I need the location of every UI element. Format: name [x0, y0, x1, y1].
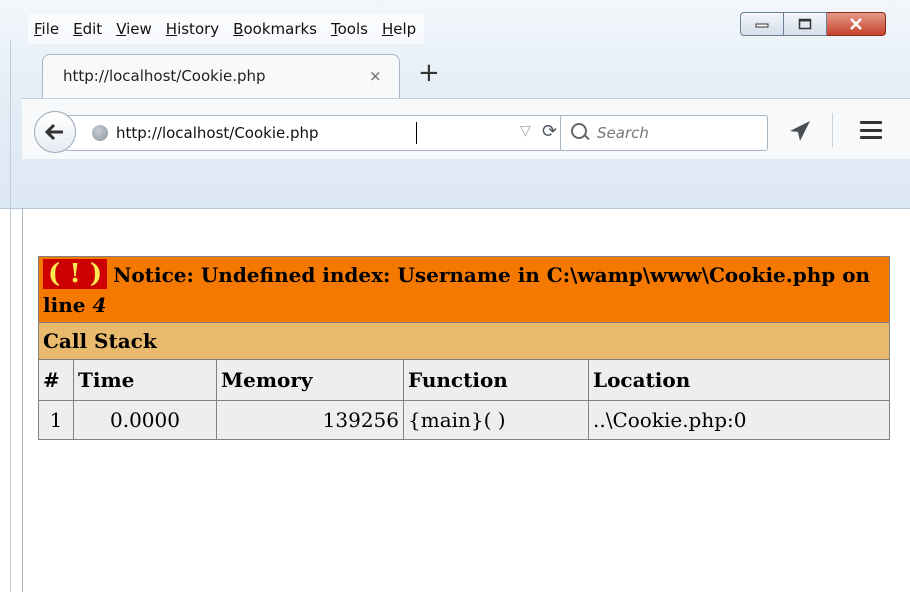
bookmarks-toolbar: [22, 158, 910, 208]
menu-file[interactable]: File: [28, 14, 67, 44]
search-bar[interactable]: Search: [560, 115, 768, 151]
tab-close-icon[interactable]: ×: [369, 67, 382, 85]
minimize-icon: [755, 23, 769, 28]
search-icon: [571, 123, 587, 139]
tab-title: http://localhost/Cookie.php: [63, 67, 266, 85]
toolbar-divider: [832, 113, 833, 147]
col-header-location: Location: [588, 359, 890, 401]
search-input[interactable]: Search: [597, 124, 649, 142]
menu-bar: File Edit View History Bookmarks Tools H…: [28, 14, 425, 44]
url-bar[interactable]: http://localhost/Cookie.php ▽ ⟳: [66, 115, 567, 151]
menu-help[interactable]: Help: [376, 14, 424, 44]
url-dropdown-icon[interactable]: ▽: [520, 123, 531, 139]
text-cursor: [416, 122, 417, 144]
window-controls: [740, 12, 886, 36]
table-row: 1 0.0000 139256 {main}( ) ..\Cookie.php:…: [38, 400, 890, 440]
maximize-button[interactable]: [784, 12, 827, 36]
browser-window: File Edit View History Bookmarks Tools H…: [0, 0, 910, 592]
callstack-header-row: Call Stack: [38, 322, 890, 360]
close-window-button[interactable]: [827, 12, 886, 36]
error-line-number: 4: [92, 293, 107, 317]
hamburger-menu-icon[interactable]: [860, 121, 882, 139]
reload-icon[interactable]: ⟳: [542, 121, 557, 142]
cell-location: ..\Cookie.php:0: [588, 400, 890, 440]
col-header-num: #: [38, 359, 74, 401]
error-row: ( ! ) Notice: Undefined index: Username i…: [38, 256, 890, 323]
menu-history[interactable]: History: [160, 14, 227, 44]
tab-active[interactable]: http://localhost/Cookie.php ×: [42, 54, 400, 99]
minimize-button[interactable]: [740, 12, 784, 36]
globe-icon: [92, 125, 108, 141]
nav-toolbar: http://localhost/Cookie.php ▽ ⟳ Search: [22, 98, 910, 159]
col-header-memory: Memory: [216, 359, 404, 401]
url-input[interactable]: http://localhost/Cookie.php: [116, 124, 319, 142]
warning-icon: ( ! ): [43, 259, 108, 289]
menu-view[interactable]: View: [110, 14, 160, 44]
close-icon: [850, 18, 862, 30]
cell-function: {main}( ): [403, 400, 589, 440]
new-tab-button[interactable]: +: [418, 60, 440, 86]
back-button[interactable]: [34, 111, 76, 153]
menu-bookmarks[interactable]: Bookmarks: [227, 14, 325, 44]
menu-edit[interactable]: Edit: [67, 14, 110, 44]
error-text: Notice: Undefined index: Username in C:\…: [43, 263, 871, 317]
error-message: ( ! ) Notice: Undefined index: Username i…: [38, 256, 890, 323]
send-icon[interactable]: [788, 119, 812, 143]
column-header-row: # Time Memory Function Location: [38, 359, 890, 401]
window-frame-left: [10, 40, 11, 592]
back-arrow-icon: [45, 123, 63, 141]
cell-memory: 139256: [216, 400, 404, 440]
maximize-icon: [798, 18, 812, 30]
callstack-title: Call Stack: [38, 322, 890, 360]
cell-time: 0.0000: [73, 400, 217, 440]
menu-tools[interactable]: Tools: [325, 14, 376, 44]
cell-num: 1: [38, 400, 74, 440]
col-header-time: Time: [73, 359, 217, 401]
xdebug-error-table: ( ! ) Notice: Undefined index: Username i…: [38, 256, 890, 440]
content-border-left: [22, 208, 23, 592]
col-header-function: Function: [403, 359, 589, 401]
page-content: ( ! ) Notice: Undefined index: Username i…: [38, 256, 890, 440]
